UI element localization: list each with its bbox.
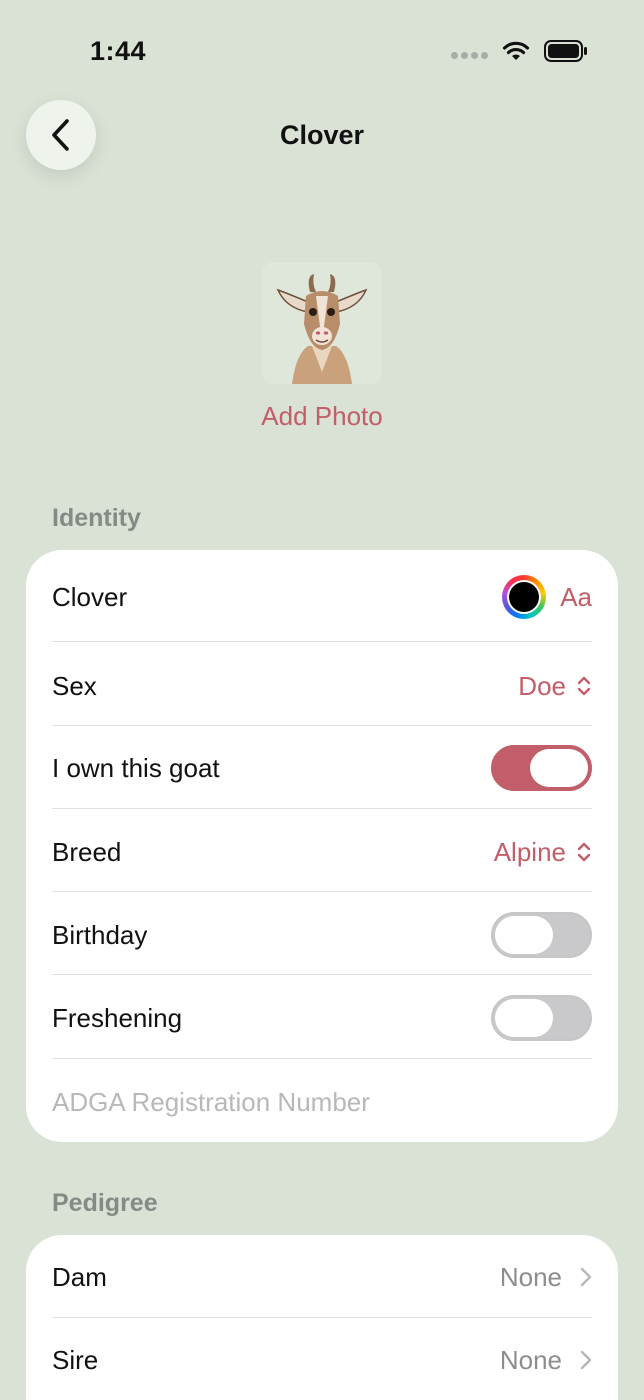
- goat-detail-screen: 1:44 Clover Add Photo Identity Clover Aa…: [0, 0, 644, 1400]
- divider: [52, 641, 592, 642]
- font-style-button[interactable]: Aa: [560, 582, 592, 613]
- birthday-toggle[interactable]: [491, 912, 592, 958]
- status-icons: [451, 40, 588, 62]
- page-title: Clover: [279, 120, 365, 150]
- chevron-up-down-icon: [577, 676, 591, 696]
- freshening-row: Freshening: [52, 995, 592, 1041]
- chevron-up-down-icon: [577, 842, 591, 862]
- dam-label: Dam: [52, 1261, 107, 1292]
- own-goat-row: I own this goat: [52, 745, 592, 791]
- breed-label: Breed: [52, 836, 122, 867]
- name-style-controls: Aa: [502, 575, 592, 619]
- divider: [52, 808, 592, 809]
- status-time: 1:44: [90, 36, 147, 66]
- dam-value: None: [499, 1261, 562, 1292]
- add-photo-button[interactable]: Add Photo: [0, 401, 644, 432]
- sire-label: Sire: [52, 1344, 99, 1375]
- breed-value: Alpine: [493, 836, 566, 867]
- sex-value: Doe: [518, 670, 566, 701]
- registration-number-field[interactable]: ADGA Registration Number: [52, 1079, 592, 1125]
- chevron-right-icon: [580, 1350, 592, 1370]
- goat-photo[interactable]: [262, 262, 382, 384]
- birthday-row: Birthday: [52, 912, 592, 958]
- name-field[interactable]: Clover: [52, 582, 127, 613]
- dam-row[interactable]: Dam None: [52, 1254, 592, 1300]
- wifi-icon: [502, 41, 530, 60]
- divider: [52, 1058, 592, 1059]
- birthday-label: Birthday: [52, 919, 148, 950]
- sire-value: None: [499, 1344, 562, 1375]
- own-goat-label: I own this goat: [52, 752, 220, 783]
- own-goat-toggle[interactable]: [491, 745, 592, 791]
- identity-section-header: Identity: [52, 504, 141, 532]
- freshening-label: Freshening: [52, 1002, 183, 1033]
- sex-label: Sex: [52, 670, 97, 701]
- sex-picker[interactable]: Doe: [518, 671, 592, 702]
- goat-portrait-image: [262, 262, 382, 384]
- divider: [52, 725, 592, 726]
- signal-icon: [451, 51, 488, 59]
- freshening-toggle[interactable]: [491, 995, 592, 1041]
- pedigree-section-header: Pedigree: [52, 1189, 158, 1217]
- divider: [52, 891, 592, 892]
- divider: [52, 974, 592, 975]
- registration-number-placeholder: ADGA Registration Number: [52, 1086, 370, 1117]
- battery-icon: [544, 40, 587, 62]
- sex-row[interactable]: Sex Doe: [52, 663, 592, 709]
- pedigree-card: Dam None Sire None: [26, 1235, 618, 1400]
- identity-card: Clover Aa Sex Doe I own this goat Breed …: [26, 550, 618, 1142]
- selected-color-swatch: [509, 582, 540, 612]
- name-row: Clover Aa: [52, 574, 592, 620]
- chevron-right-icon: [580, 1267, 592, 1287]
- breed-picker[interactable]: Alpine: [494, 837, 592, 868]
- sire-row[interactable]: Sire None: [52, 1337, 592, 1383]
- divider: [52, 1317, 592, 1318]
- color-picker-button[interactable]: [502, 575, 547, 619]
- breed-row[interactable]: Breed Alpine: [52, 829, 592, 875]
